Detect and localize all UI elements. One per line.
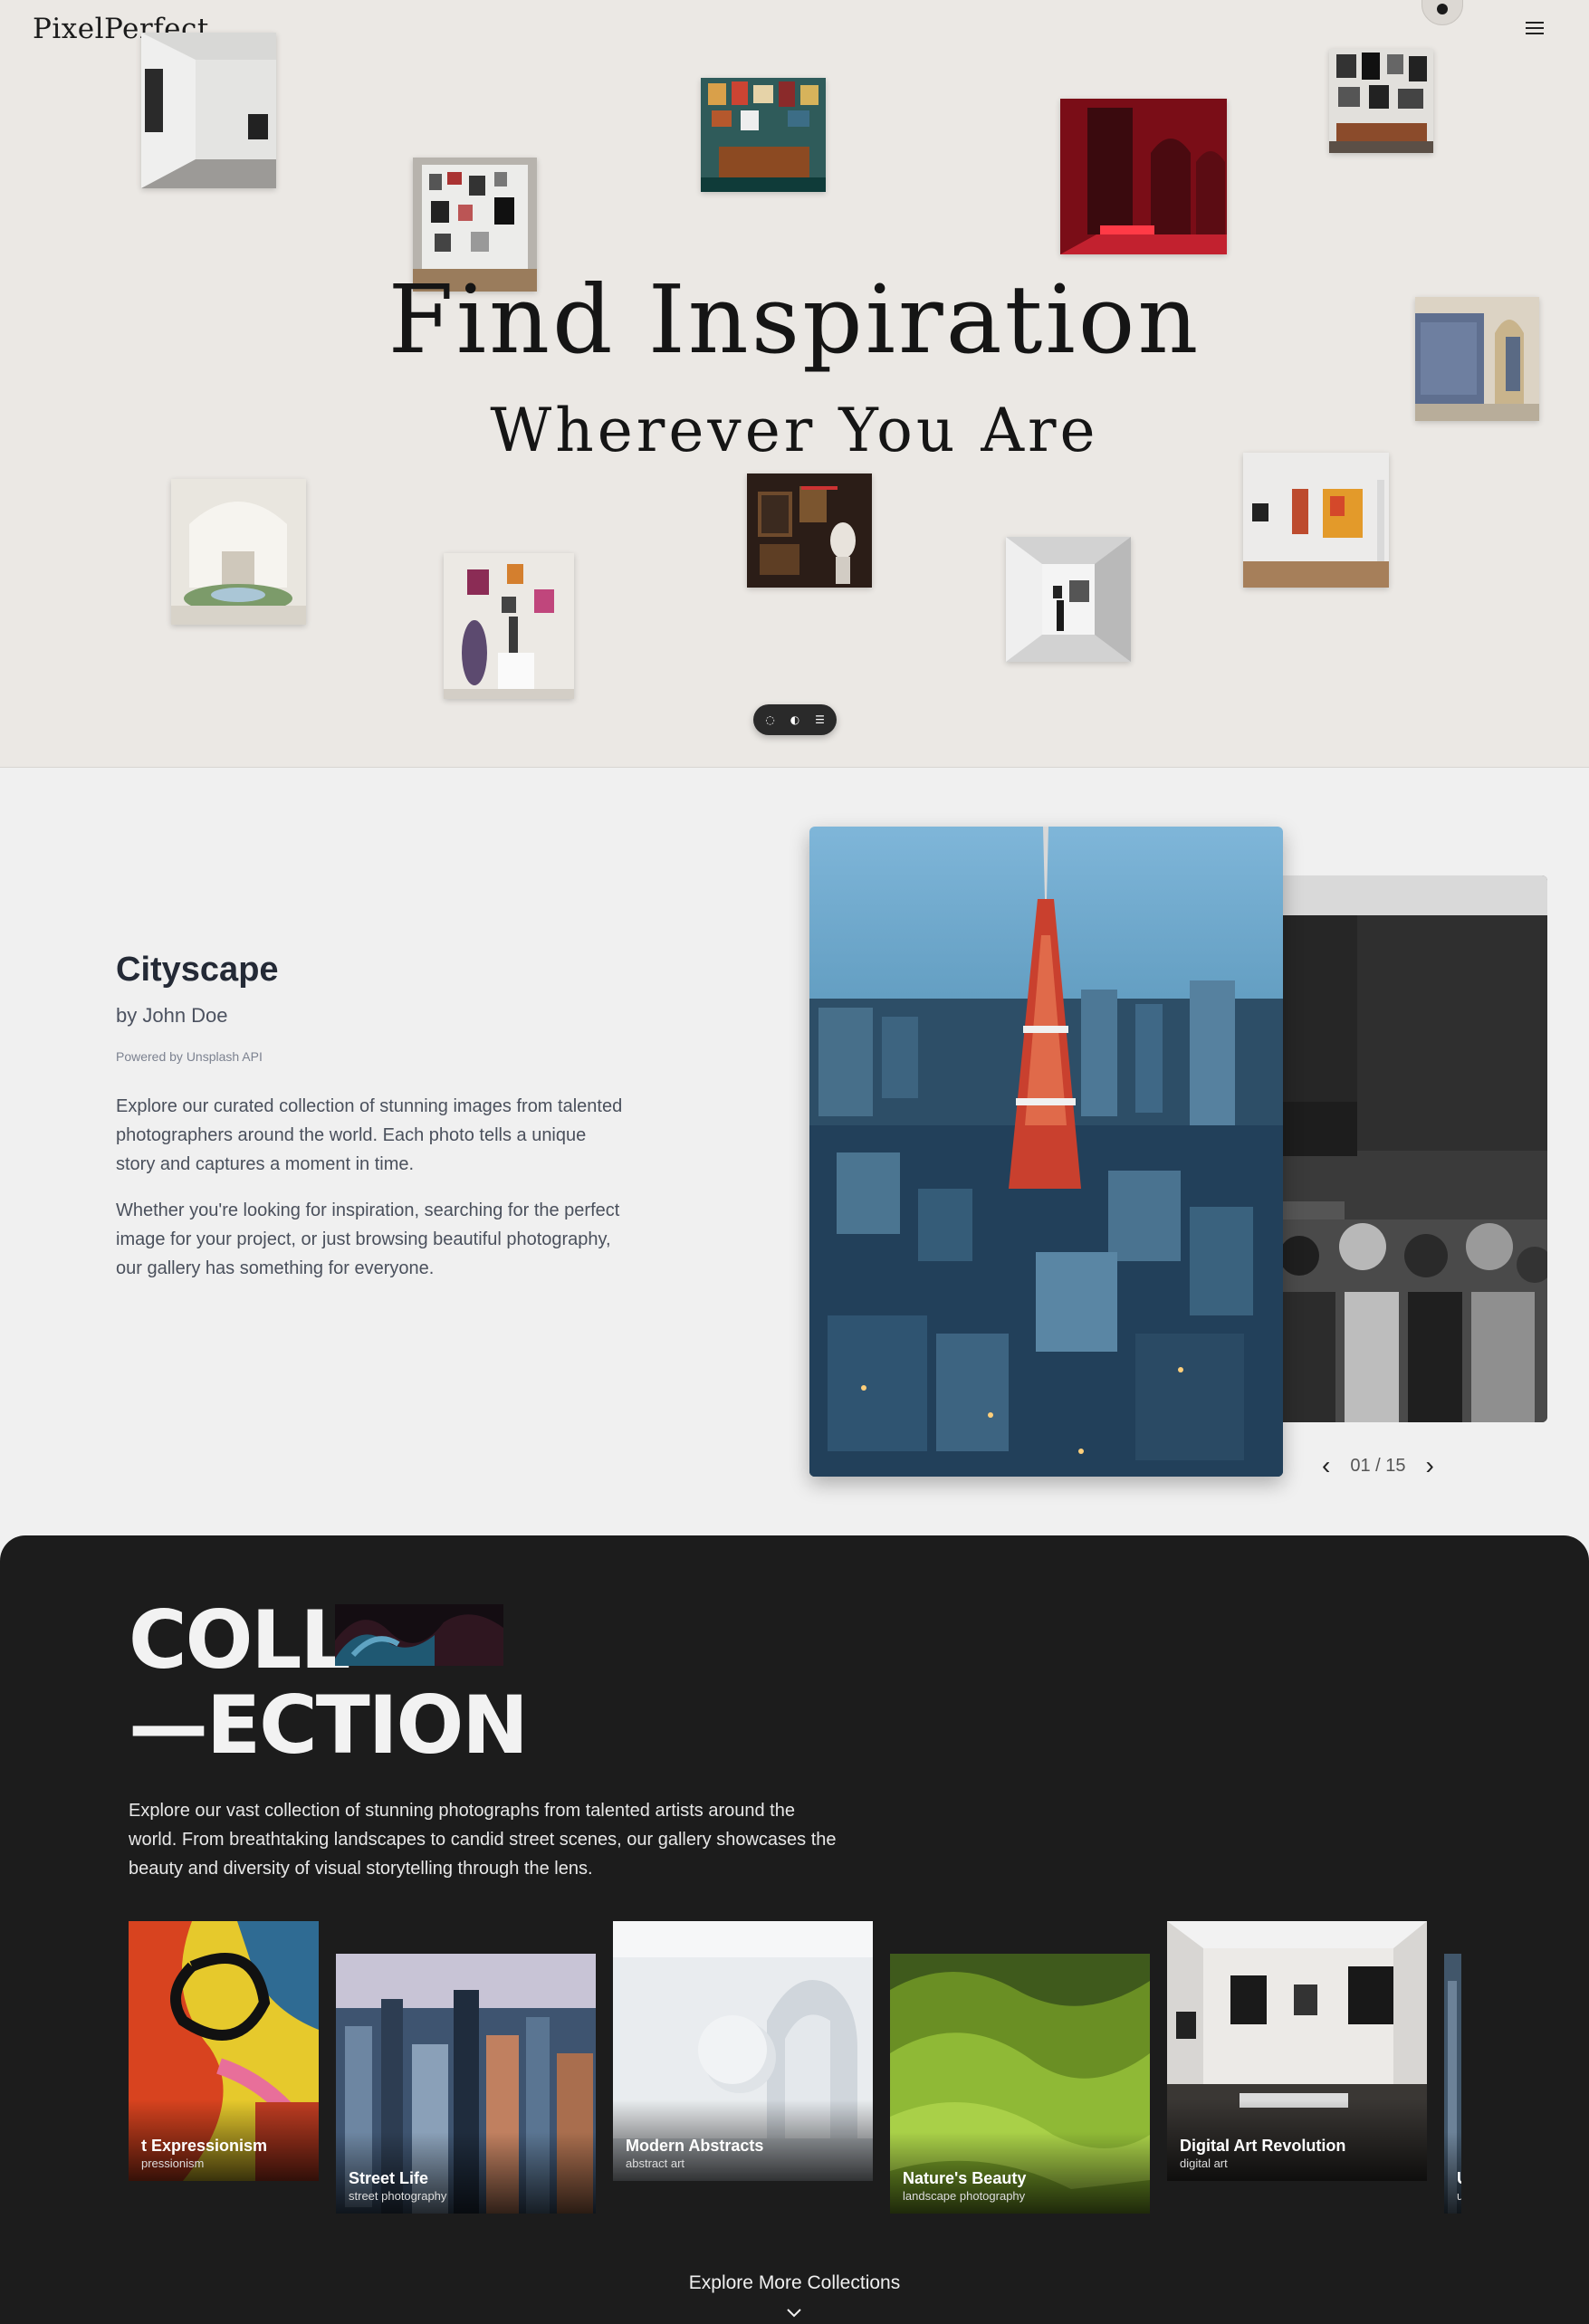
featured-author: by John Doe	[116, 1004, 228, 1027]
hero-section: PixelPerfect Find Inspiration Wherever Y…	[0, 0, 1589, 768]
gallery-thumb-red-corridor[interactable]	[1060, 99, 1227, 254]
collection-description: Explore our vast collection of stunning …	[129, 1801, 837, 1879]
chat-icon[interactable]: ◌	[762, 713, 779, 726]
gallery-thumb-sculptures[interactable]	[444, 553, 574, 699]
list-icon[interactable]: ☰	[812, 713, 828, 726]
hamburger-menu-icon[interactable]	[1523, 18, 1546, 40]
gallery-thumb-orange-painting[interactable]	[1243, 453, 1389, 588]
collection-heading-image	[335, 1604, 503, 1666]
collection-heading-part2: —ECTION	[129, 1678, 529, 1772]
collection-card-title: Digital Art Revolution	[1180, 2137, 1346, 2155]
next-photo-crowd[interactable]	[1263, 875, 1547, 1422]
collection-card[interactable]: Street Life street photography	[336, 1954, 596, 2214]
collection-card-title: Modern Abstracts	[626, 2137, 764, 2155]
collection-card-title: Nature's Beauty	[903, 2169, 1027, 2187]
featured-title: Cityscape	[116, 951, 279, 989]
gallery-thumb-visitor[interactable]	[1006, 537, 1131, 662]
collection-card-title: U	[1457, 2169, 1461, 2188]
gallery-thumb-sideboard[interactable]	[701, 78, 826, 192]
gallery-thumb-white-hall[interactable]	[141, 33, 276, 188]
collection-heading-part1: COLL	[129, 1593, 351, 1687]
view-mode-toggle: ◌ ◐ ☰	[753, 704, 837, 735]
featured-description-2: Whether you're looking for inspiration, …	[116, 1200, 620, 1278]
collection-card-title: t Expressionism	[141, 2137, 268, 2155]
gallery-thumb-atrium[interactable]	[171, 479, 306, 625]
prev-arrow-icon[interactable]: ‹	[1322, 1453, 1330, 1478]
hero-subtitle: Wherever You Are	[490, 396, 1099, 465]
chevron-down-icon[interactable]	[784, 2303, 804, 2323]
collection-card-title: Street Life	[349, 2169, 429, 2187]
powered-by-note[interactable]: Powered by Unsplash API	[116, 1049, 263, 1064]
collection-card-tag: landscape photography	[903, 2189, 1026, 2203]
cursor-indicator	[1421, 0, 1463, 25]
featured-description-1: Explore our curated collection of stunni…	[116, 1096, 623, 1174]
toggle-icon[interactable]: ◐	[787, 713, 803, 726]
slide-counter: 01 / 15	[1350, 1455, 1406, 1476]
collection-card-tag: digital art	[1180, 2157, 1228, 2170]
collection-card-tag: pressionism	[141, 2157, 205, 2170]
next-arrow-icon[interactable]: ›	[1426, 1453, 1434, 1478]
collection-card-tag: u	[1457, 2189, 1461, 2203]
collection-card-tag: abstract art	[626, 2157, 685, 2170]
gallery-thumb-classical-hall[interactable]	[747, 473, 872, 588]
collection-card[interactable]: Nature's Beauty landscape photography	[890, 1954, 1150, 2214]
collection-card[interactable]: Digital Art Revolution digital art	[1167, 1921, 1427, 2181]
featured-photo-tokyo-tower[interactable]	[809, 827, 1283, 1477]
collection-card[interactable]: Modern Abstracts abstract art	[613, 1921, 873, 2181]
collection-card[interactable]: t Expressionism pressionism	[129, 1921, 319, 2181]
hero-title: Find Inspiration	[388, 264, 1201, 375]
collection-card[interactable]: U u	[1444, 1954, 1461, 2214]
collection-card-tag: street photography	[349, 2189, 447, 2203]
slider-pagination: ‹ 01 / 15 ›	[1322, 1453, 1434, 1478]
gallery-thumb-bench-room[interactable]	[1329, 49, 1433, 153]
collection-carousel[interactable]: t Expressionism pressionism Street Life …	[129, 1921, 1461, 2220]
explore-more-link[interactable]: Explore More Collections	[0, 2272, 1589, 2294]
